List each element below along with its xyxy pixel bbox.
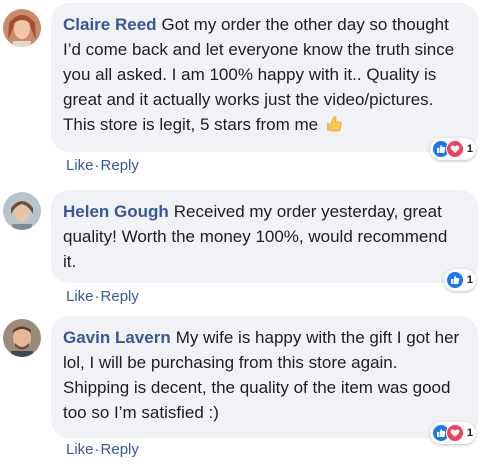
commenter-name[interactable]: Gavin Lavern — [63, 328, 171, 347]
reactions[interactable]: 1 — [429, 422, 476, 444]
love-icon — [445, 424, 464, 442]
reply-link[interactable]: Reply — [101, 288, 139, 305]
comment-bubble: Claire Reed Got my order the other day so… — [51, 3, 478, 160]
comment-bubble: Gavin Lavern My wife is happy with the gi… — [51, 316, 478, 444]
reply-link[interactable]: Reply — [101, 441, 139, 458]
separator: · — [94, 441, 100, 458]
reaction-count: 1 — [466, 274, 473, 286]
separator: · — [94, 288, 100, 305]
like-link[interactable]: Like — [66, 157, 94, 174]
commenter-name[interactable]: Claire Reed — [63, 15, 157, 34]
reply-link[interactable]: Reply — [101, 157, 139, 174]
reaction-count: 1 — [466, 427, 473, 439]
comment-text: Claire Reed Got my order the other day so… — [63, 12, 460, 140]
comment-bubble: Helen Gough Received my order yesterday, … — [51, 190, 478, 291]
comment-text: Helen Gough Received my order yesterday, … — [63, 199, 460, 274]
comment-text: Gavin Lavern My wife is happy with the gi… — [63, 325, 460, 425]
like-link[interactable]: Like — [66, 288, 94, 305]
comment-actions: Like·Reply — [66, 288, 139, 305]
avatar[interactable] — [3, 192, 41, 230]
reactions[interactable]: 1 — [429, 138, 476, 160]
commenter-name[interactable]: Helen Gough — [63, 202, 169, 221]
avatar[interactable] — [3, 9, 41, 47]
avatar[interactable] — [3, 319, 41, 357]
like-icon — [445, 271, 464, 289]
comment-actions: Like·Reply — [66, 441, 139, 458]
comment-actions: Like·Reply — [66, 157, 139, 174]
thumbs-up-emoji — [325, 115, 343, 140]
separator: · — [94, 157, 100, 174]
like-link[interactable]: Like — [66, 441, 94, 458]
reaction-count: 1 — [466, 143, 473, 155]
love-icon — [445, 140, 464, 158]
reactions[interactable]: 1 — [443, 269, 476, 291]
